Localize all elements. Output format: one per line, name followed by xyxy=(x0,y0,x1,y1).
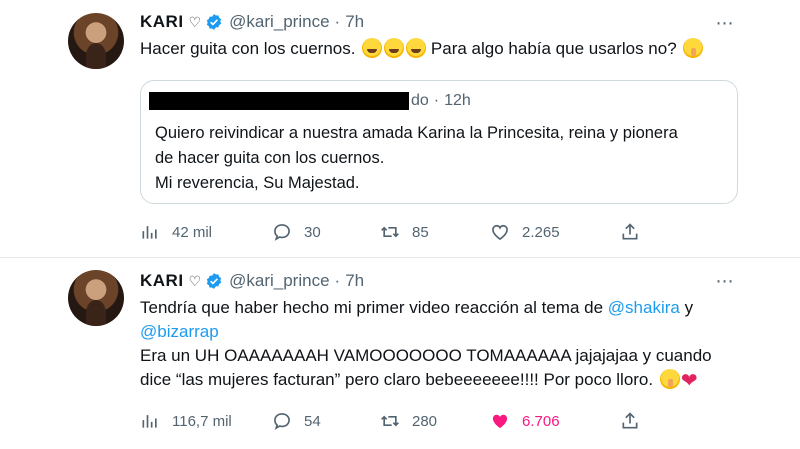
tweet-text-after-emoji: Para algo había que usarlos no? xyxy=(430,39,677,58)
reply-count: 54 xyxy=(304,412,321,430)
quoted-author-fragment: do xyxy=(411,92,429,109)
tweet-text-line: @bizarrap xyxy=(140,320,740,344)
tweet[interactable]: KARI ♡ @kari_prince · 7h ⋯ Hacer guita c… xyxy=(0,0,800,258)
like-count: 6.706 xyxy=(522,412,560,430)
retweet-count: 85 xyxy=(412,223,429,241)
shushing-face-emoji-icon xyxy=(659,369,680,389)
tweet-header: KARI ♡ @kari_prince · 7h xyxy=(140,12,364,32)
tweet-actions: 42 mil 30 85 2.265 xyxy=(140,220,660,244)
tweet-text: Tendría que haber hecho mi primer video … xyxy=(140,296,740,393)
quoted-tweet-header: do · 12h xyxy=(149,91,471,111)
tweet-actions: 116,7 mil 54 280 6.706 xyxy=(140,409,660,433)
heart-filled-icon xyxy=(492,414,508,429)
tweet-text-fragment: dice “las mujeres facturan” pero claro b… xyxy=(140,370,654,389)
display-name[interactable]: KARI xyxy=(140,271,184,291)
reply-icon xyxy=(274,224,290,241)
views-icon xyxy=(142,226,157,239)
like-count: 2.265 xyxy=(522,223,560,241)
mention-link[interactable]: @shakira xyxy=(608,298,680,317)
user-handle[interactable]: @kari_prince xyxy=(229,12,329,32)
tweet-text-fragment: y xyxy=(684,298,694,317)
quoted-text-line: Quiero reivindicar a nuestra amada Karin… xyxy=(155,124,678,142)
mention-link[interactable]: @bizarrap xyxy=(140,322,219,341)
share-icon xyxy=(622,412,638,429)
tweet-text-fragment: Tendría que haber hecho mi primer video … xyxy=(140,298,604,317)
joy-emoji-icon xyxy=(384,38,405,58)
reply-count: 30 xyxy=(304,223,321,241)
views-count: 116,7 mil xyxy=(172,412,232,430)
avatar[interactable] xyxy=(68,13,124,69)
retweet-icon xyxy=(381,415,399,427)
tweet-text: Hacer guita con los cuernos. Para algo h… xyxy=(140,37,750,61)
share-button[interactable] xyxy=(620,409,640,433)
tweet[interactable]: KARI ♡ @kari_prince · 7h ⋯ Tendría que h… xyxy=(0,258,800,449)
tweet-text-line: dice “las mujeres facturan” pero claro b… xyxy=(140,368,740,393)
views-button[interactable]: 116,7 mil xyxy=(140,409,232,433)
retweet-button[interactable]: 85 xyxy=(380,220,429,244)
views-button[interactable]: 42 mil xyxy=(140,220,212,244)
verified-badge-icon xyxy=(205,13,223,31)
separator-dot: · xyxy=(334,271,341,290)
quoted-tweet-text: Quiero reivindicar a nuestra amada Karin… xyxy=(155,121,725,196)
display-name[interactable]: KARI xyxy=(140,12,184,32)
quoted-text-line: Mi reverencia, Su Majestad. xyxy=(155,174,360,192)
shushing-face-emoji-icon xyxy=(683,38,704,58)
timestamp[interactable]: 7h xyxy=(345,271,364,291)
quoted-text-line: de hacer guita con los cuernos. xyxy=(155,149,385,167)
views-icon xyxy=(142,415,157,428)
more-options-icon[interactable]: ⋯ xyxy=(714,270,736,292)
quoted-timestamp: 12h xyxy=(444,92,471,109)
avatar[interactable] xyxy=(68,270,124,326)
heart-outline-icon: ♡ xyxy=(188,273,202,289)
retweet-icon xyxy=(381,226,399,238)
joy-emoji-icon xyxy=(362,38,383,58)
separator-dot: · xyxy=(433,92,440,109)
reply-button[interactable]: 54 xyxy=(272,409,321,433)
more-options-icon[interactable]: ⋯ xyxy=(714,12,736,34)
tweet-text-line: Tendría que haber hecho mi primer video … xyxy=(140,296,740,320)
red-heart-emoji-icon: ❤ xyxy=(680,370,698,392)
timestamp[interactable]: 7h xyxy=(345,12,364,32)
retweet-button[interactable]: 280 xyxy=(380,409,437,433)
retweet-count: 280 xyxy=(412,412,438,430)
share-icon xyxy=(622,223,638,240)
heart-icon xyxy=(492,224,508,241)
heart-outline-icon: ♡ xyxy=(188,14,202,30)
reply-button[interactable]: 30 xyxy=(272,220,321,244)
like-button[interactable]: 6.706 xyxy=(490,409,560,433)
joy-emoji-icon xyxy=(406,38,427,58)
views-count: 42 mil xyxy=(172,223,213,241)
like-button[interactable]: 2.265 xyxy=(490,220,560,244)
tweet-text-main: Hacer guita con los cuernos. xyxy=(140,39,356,58)
share-button[interactable] xyxy=(620,220,640,244)
user-handle[interactable]: @kari_prince xyxy=(229,271,329,291)
redaction-bar xyxy=(149,92,409,110)
tweet-text-line: Era un UH OAAAAAAAH VAMOOOOOOO TOMAAAAAA… xyxy=(140,346,712,365)
verified-badge-icon xyxy=(205,272,223,290)
separator-dot: · xyxy=(334,12,341,31)
quoted-tweet[interactable]: do · 12h Quiero reivindicar a nuestra am… xyxy=(140,80,738,204)
tweet-header: KARI ♡ @kari_prince · 7h xyxy=(140,271,364,291)
reply-icon xyxy=(274,413,290,430)
